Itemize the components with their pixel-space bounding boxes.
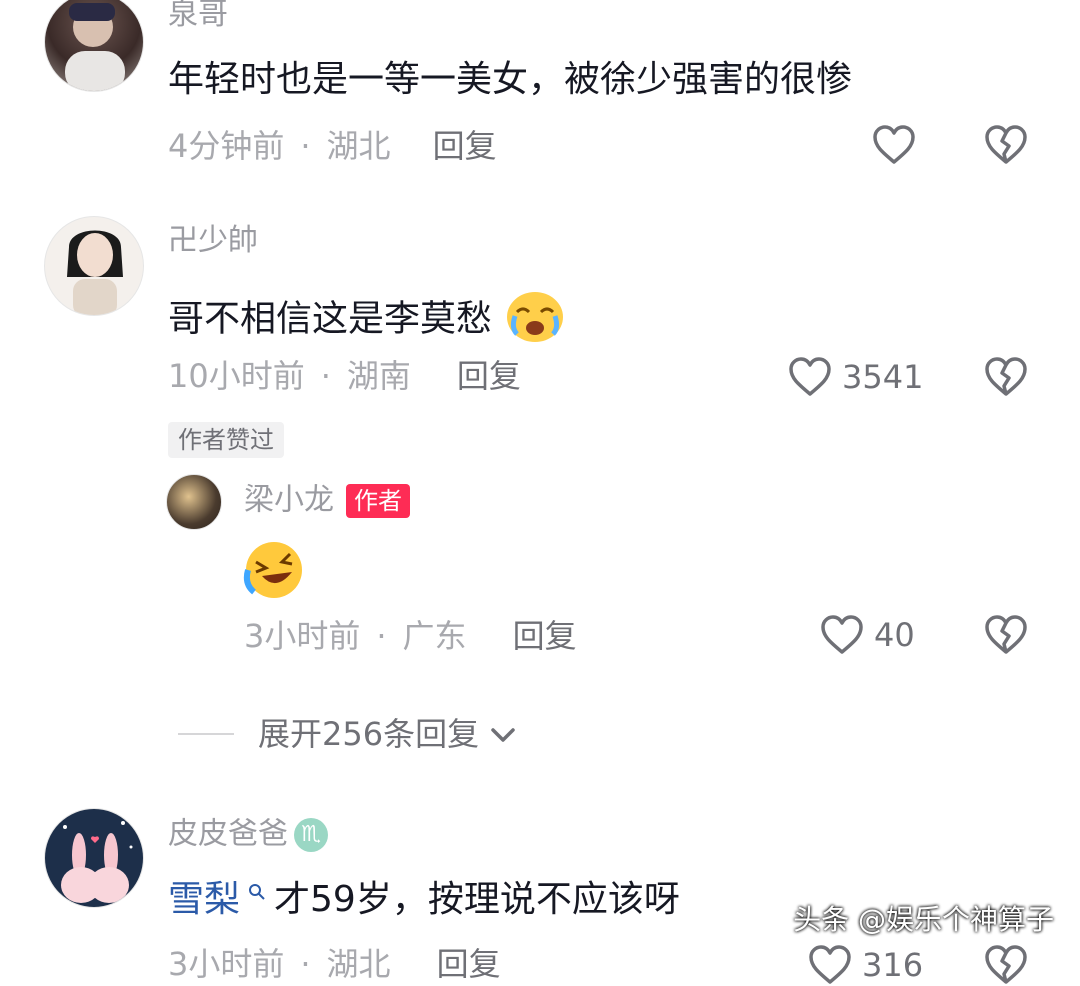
search-icon [240,883,274,908]
author-badge: 作者 [346,484,410,518]
avatar[interactable] [44,216,144,316]
like-count: 40 [874,616,915,654]
separator: · [320,357,331,395]
dislike-button[interactable] [984,124,1028,166]
reply-button[interactable]: 回复 [513,620,577,652]
author-liked-badge: 作者赞过 [168,422,284,458]
heart-icon [808,944,852,986]
comment-time: 4分钟前 [168,127,285,165]
like-button[interactable]: 40 [820,614,915,656]
comment-meta: 3小时前 · 湖北 回复 [168,948,501,980]
comment-text: 雪梨 才59岁，按理说不应该呀 [168,882,680,918]
comment-meta: 10小时前 · 湖南 回复 [168,360,521,392]
comment-time: 3小时前 [168,945,285,983]
divider-line [178,733,234,735]
reply-time: 3小时前 [244,617,361,655]
reply-location: 广东 [402,617,467,655]
comment-location: 湖北 [326,127,391,165]
heart-icon [872,124,916,166]
comment-text-body: 才59岁，按理说不应该呀 [274,879,680,920]
comment-location: 湖南 [346,357,411,395]
comment-text: 哥不相信这是李莫愁 [168,290,565,351]
broken-heart-icon [984,944,1028,986]
reply-username[interactable]: 梁小龙 作者 [244,484,410,518]
like-count: 3541 [842,358,924,396]
comment-text: 年轻时也是一等一美女，被徐少强害的很惨 [168,59,853,100]
broken-heart-icon [984,614,1028,656]
separator: · [376,617,387,655]
scorpio-zodiac-icon: ♏ [294,818,328,852]
dislike-button[interactable] [984,356,1028,398]
separator: · [300,127,311,165]
laughing-crying-emoji-icon [242,540,306,604]
broken-heart-icon [984,124,1028,166]
heart-icon [820,614,864,656]
reply-button[interactable]: 回复 [457,360,521,392]
comment-text-body: 哥不相信这是李莫愁 [168,298,493,340]
reply-button[interactable]: 回复 [433,130,497,162]
comment-username[interactable]: 卍少帥 [168,226,258,256]
crying-emoji-icon [505,290,565,351]
like-button[interactable]: 316 [808,944,923,986]
comment-location: 湖北 [326,945,391,983]
comment-time: 10小时前 [168,357,305,395]
dislike-button[interactable] [984,944,1028,986]
comment-meta: 4分钟前 · 湖北 回复 [168,130,497,162]
separator: · [300,945,311,983]
reply-button[interactable]: 回复 [437,948,501,980]
expand-replies-button[interactable]: 展开256条回复 [178,718,517,750]
like-button[interactable] [872,124,926,166]
watermark: 头条 @娱乐个神算子 [793,903,1054,936]
reply-avatar[interactable] [166,474,222,530]
heart-icon [788,356,832,398]
comment-username-text: 皮皮爸爸 [168,816,288,852]
like-count: 316 [862,946,924,984]
reply-username-text: 梁小龙 [244,482,334,518]
broken-heart-icon [984,356,1028,398]
avatar[interactable] [44,0,144,92]
expand-replies-label: 展开256条回复 [258,715,480,753]
reply-meta: 3小时前 · 广东 回复 [244,620,577,652]
comment-username[interactable]: 泉哥 [168,0,228,30]
like-button[interactable]: 3541 [788,356,923,398]
avatar[interactable] [44,808,144,908]
chevron-down-icon [489,718,517,750]
dislike-button[interactable] [984,614,1028,656]
mention-link[interactable]: 雪梨 [168,879,240,920]
comment-username[interactable]: 皮皮爸爸 ♏ [168,818,328,852]
